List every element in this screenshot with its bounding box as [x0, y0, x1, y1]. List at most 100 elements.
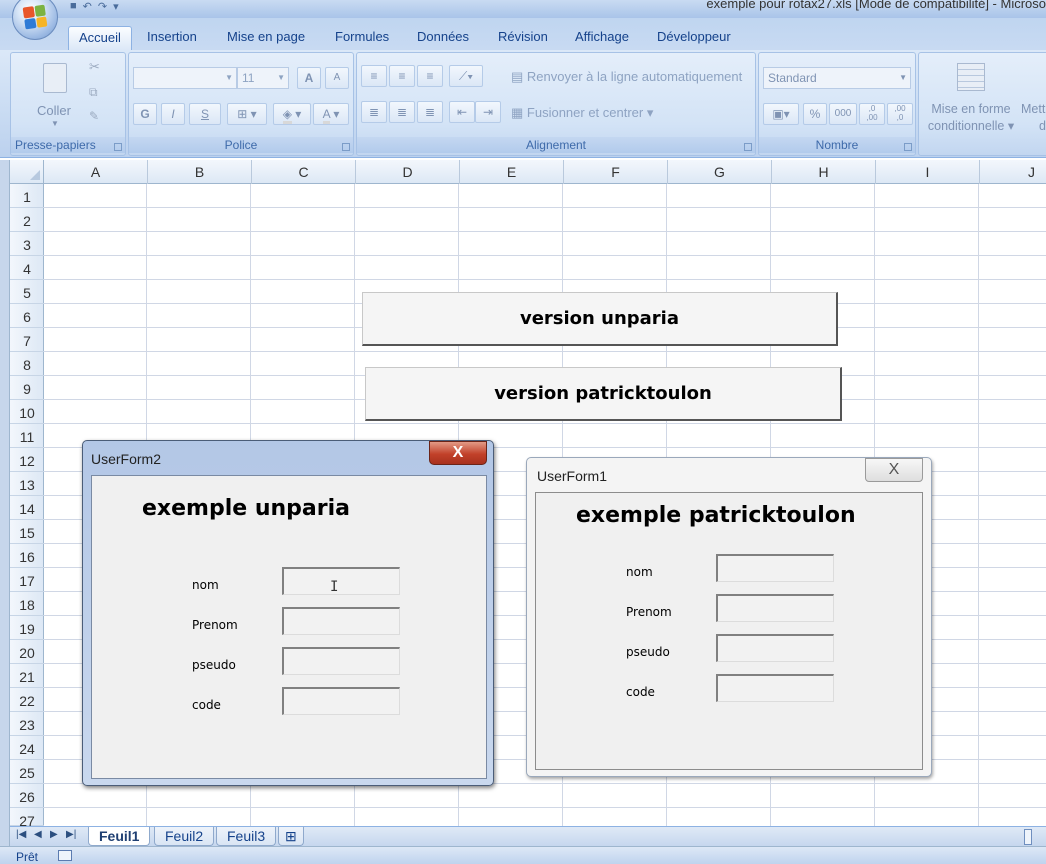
- row-header[interactable]: 15: [10, 520, 44, 544]
- tab-developpeur[interactable]: Développeur: [647, 26, 741, 50]
- first-sheet-icon[interactable]: |◀: [16, 829, 26, 840]
- version-patricktoulon-button[interactable]: version patricktoulon: [365, 367, 842, 421]
- macro-record-icon[interactable]: [58, 850, 72, 861]
- row-header[interactable]: 20: [10, 640, 44, 664]
- column-header-f[interactable]: F: [564, 160, 668, 184]
- align-right-icon[interactable]: ≣: [417, 101, 443, 123]
- tab-affichage[interactable]: Affichage: [565, 26, 639, 50]
- prenom-input[interactable]: [282, 607, 400, 635]
- tab-insertion[interactable]: Insertion: [137, 26, 207, 50]
- percent-button[interactable]: %: [803, 103, 827, 125]
- underline-button[interactable]: S: [189, 103, 221, 125]
- tab-mise-en-page[interactable]: Mise en page: [217, 26, 315, 50]
- row-header[interactable]: 22: [10, 688, 44, 712]
- version-unparia-button[interactable]: version unparia: [362, 292, 838, 346]
- conditional-format-icon[interactable]: [957, 63, 985, 91]
- row-header[interactable]: 9: [10, 376, 44, 400]
- tab-donnees[interactable]: Données: [407, 26, 479, 50]
- row-header[interactable]: 8: [10, 352, 44, 376]
- row-header[interactable]: 17: [10, 568, 44, 592]
- pseudo-input[interactable]: [282, 647, 400, 675]
- horizontal-scrollbar[interactable]: [1024, 829, 1032, 845]
- column-header-a[interactable]: A: [44, 160, 148, 184]
- font-color-button[interactable]: A ▾: [313, 103, 349, 125]
- font-launcher-icon[interactable]: [342, 143, 350, 151]
- merge-center-button[interactable]: ▦ Fusionner et centrer ▾: [511, 105, 653, 121]
- font-name-combo[interactable]: ▼: [133, 67, 237, 89]
- sheet-tab-feuil3[interactable]: Feuil3: [216, 827, 277, 846]
- row-header[interactable]: 27: [10, 808, 44, 829]
- row-header[interactable]: 13: [10, 472, 44, 496]
- font-size-combo[interactable]: 11 ▼: [237, 67, 289, 89]
- tab-revision[interactable]: Révision: [488, 26, 558, 50]
- number-launcher-icon[interactable]: [904, 143, 912, 151]
- increase-decimal-button[interactable]: ,0 ,00: [859, 103, 885, 125]
- column-header-b[interactable]: B: [148, 160, 252, 184]
- redo-icon[interactable]: ↷: [98, 0, 107, 14]
- row-header[interactable]: 2: [10, 208, 44, 232]
- column-header-d[interactable]: D: [356, 160, 460, 184]
- row-header[interactable]: 16: [10, 544, 44, 568]
- pseudo-input[interactable]: [716, 634, 834, 662]
- column-header-j[interactable]: J: [980, 160, 1046, 184]
- borders-button[interactable]: ⊞ ▾: [227, 103, 267, 125]
- align-center-icon[interactable]: ≣: [389, 101, 415, 123]
- undo-icon[interactable]: ↶: [83, 0, 92, 14]
- code-input[interactable]: [716, 674, 834, 702]
- row-header[interactable]: 7: [10, 328, 44, 352]
- clipboard-launcher-icon[interactable]: [114, 143, 122, 151]
- select-all-corner[interactable]: [10, 160, 44, 184]
- paste-label[interactable]: Coller: [37, 103, 71, 118]
- tab-formules[interactable]: Formules: [325, 26, 399, 50]
- row-header[interactable]: 25: [10, 760, 44, 784]
- column-header-g[interactable]: G: [668, 160, 772, 184]
- shrink-font-button[interactable]: A: [325, 67, 349, 89]
- align-top-icon[interactable]: ≡: [361, 65, 387, 87]
- row-header[interactable]: 21: [10, 664, 44, 688]
- nom-input[interactable]: [716, 554, 834, 582]
- grow-font-button[interactable]: A: [297, 67, 321, 89]
- row-header[interactable]: 10: [10, 400, 44, 424]
- decrease-decimal-button[interactable]: ,00 ,0: [887, 103, 913, 125]
- prev-sheet-icon[interactable]: ◀: [34, 829, 42, 840]
- format-as-table-button[interactable]: Mett d: [1021, 101, 1046, 135]
- alignment-launcher-icon[interactable]: [744, 143, 752, 151]
- row-header[interactable]: 19: [10, 616, 44, 640]
- row-header[interactable]: 12: [10, 448, 44, 472]
- row-header[interactable]: 26: [10, 784, 44, 808]
- code-input[interactable]: [282, 687, 400, 715]
- row-header[interactable]: 5: [10, 280, 44, 304]
- userform1-close-button[interactable]: X: [865, 458, 923, 482]
- column-header-h[interactable]: H: [772, 160, 876, 184]
- align-bottom-icon[interactable]: ≡: [417, 65, 443, 87]
- sheet-tab-feuil1[interactable]: Feuil1: [88, 827, 151, 846]
- thousands-button[interactable]: 000: [829, 103, 857, 125]
- copy-icon[interactable]: ⧉: [89, 85, 98, 100]
- row-header[interactable]: 4: [10, 256, 44, 280]
- bold-button[interactable]: G: [133, 103, 157, 125]
- cut-icon[interactable]: ✂: [89, 59, 100, 75]
- format-painter-icon[interactable]: ✎: [89, 109, 99, 123]
- conditional-format-button[interactable]: Mise en forme conditionnelle ▾: [923, 101, 1019, 135]
- row-header[interactable]: 3: [10, 232, 44, 256]
- align-middle-icon[interactable]: ≡: [389, 65, 415, 87]
- italic-button[interactable]: I: [161, 103, 185, 125]
- wrap-text-button[interactable]: ▤ Renvoyer à la ligne automatiquement: [511, 69, 742, 85]
- row-header[interactable]: 14: [10, 496, 44, 520]
- insert-sheet-button[interactable]: ⊞: [278, 827, 304, 846]
- orientation-icon[interactable]: ⟋▾: [449, 65, 483, 87]
- row-header[interactable]: 1: [10, 184, 44, 208]
- last-sheet-icon[interactable]: ▶|: [66, 829, 76, 840]
- nom-input[interactable]: I: [282, 567, 400, 595]
- currency-icon[interactable]: ▣▾: [763, 103, 799, 125]
- decrease-indent-icon[interactable]: ⇤: [449, 101, 475, 123]
- sheet-tab-feuil2[interactable]: Feuil2: [154, 827, 215, 846]
- row-header[interactable]: 23: [10, 712, 44, 736]
- row-header[interactable]: 6: [10, 304, 44, 328]
- paste-icon[interactable]: [43, 63, 67, 93]
- number-format-combo[interactable]: Standard ▼: [763, 67, 911, 89]
- next-sheet-icon[interactable]: ▶: [50, 829, 58, 840]
- userform2-close-button[interactable]: X: [429, 441, 487, 465]
- fill-color-button[interactable]: ◈ ▾: [273, 103, 311, 125]
- row-header[interactable]: 24: [10, 736, 44, 760]
